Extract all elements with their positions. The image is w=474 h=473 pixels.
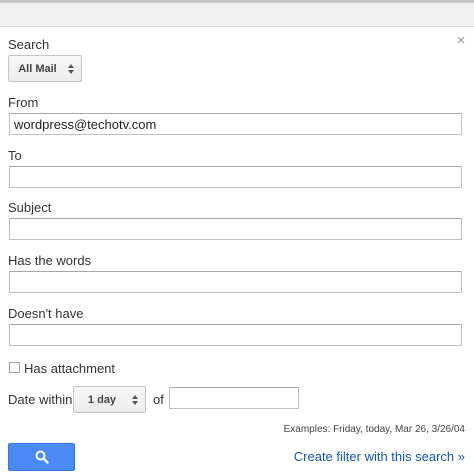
doesnt-have-label: Doesn't have — [8, 306, 84, 321]
to-field[interactable] — [9, 166, 462, 188]
search-label: Search — [8, 37, 50, 52]
close-icon[interactable]: × — [455, 33, 467, 48]
create-filter-link[interactable]: Create filter with this search » — [294, 449, 465, 464]
search-icon — [35, 450, 49, 464]
from-label: From — [8, 95, 39, 110]
from-field[interactable] — [9, 113, 462, 135]
has-words-label: Has the words — [8, 253, 92, 268]
date-within-label: Date within — [8, 392, 73, 407]
subject-field[interactable] — [9, 218, 462, 240]
date-examples-hint: Examples: Friday, today, Mar 26, 3/26/04 — [283, 424, 465, 435]
date-range-select[interactable]: 1 day — [73, 386, 146, 413]
doesnt-have-field[interactable] — [9, 324, 462, 346]
search-scope-select[interactable]: All Mail — [8, 55, 82, 82]
of-label: of — [153, 392, 164, 407]
to-label: To — [8, 148, 22, 163]
has-attachment-label: Has attachment — [24, 361, 116, 376]
has-words-field[interactable] — [9, 271, 462, 293]
updown-arrows-icon — [64, 63, 78, 74]
date-range-value: 1 day — [87, 393, 117, 406]
has-attachment-checkbox[interactable] — [9, 362, 20, 373]
search-button[interactable] — [8, 443, 75, 471]
search-scope-value: All Mail — [18, 62, 57, 75]
top-bar — [0, 0, 474, 27]
subject-label: Subject — [8, 200, 52, 215]
updown-arrows-icon — [128, 394, 142, 405]
date-field[interactable] — [169, 387, 299, 409]
